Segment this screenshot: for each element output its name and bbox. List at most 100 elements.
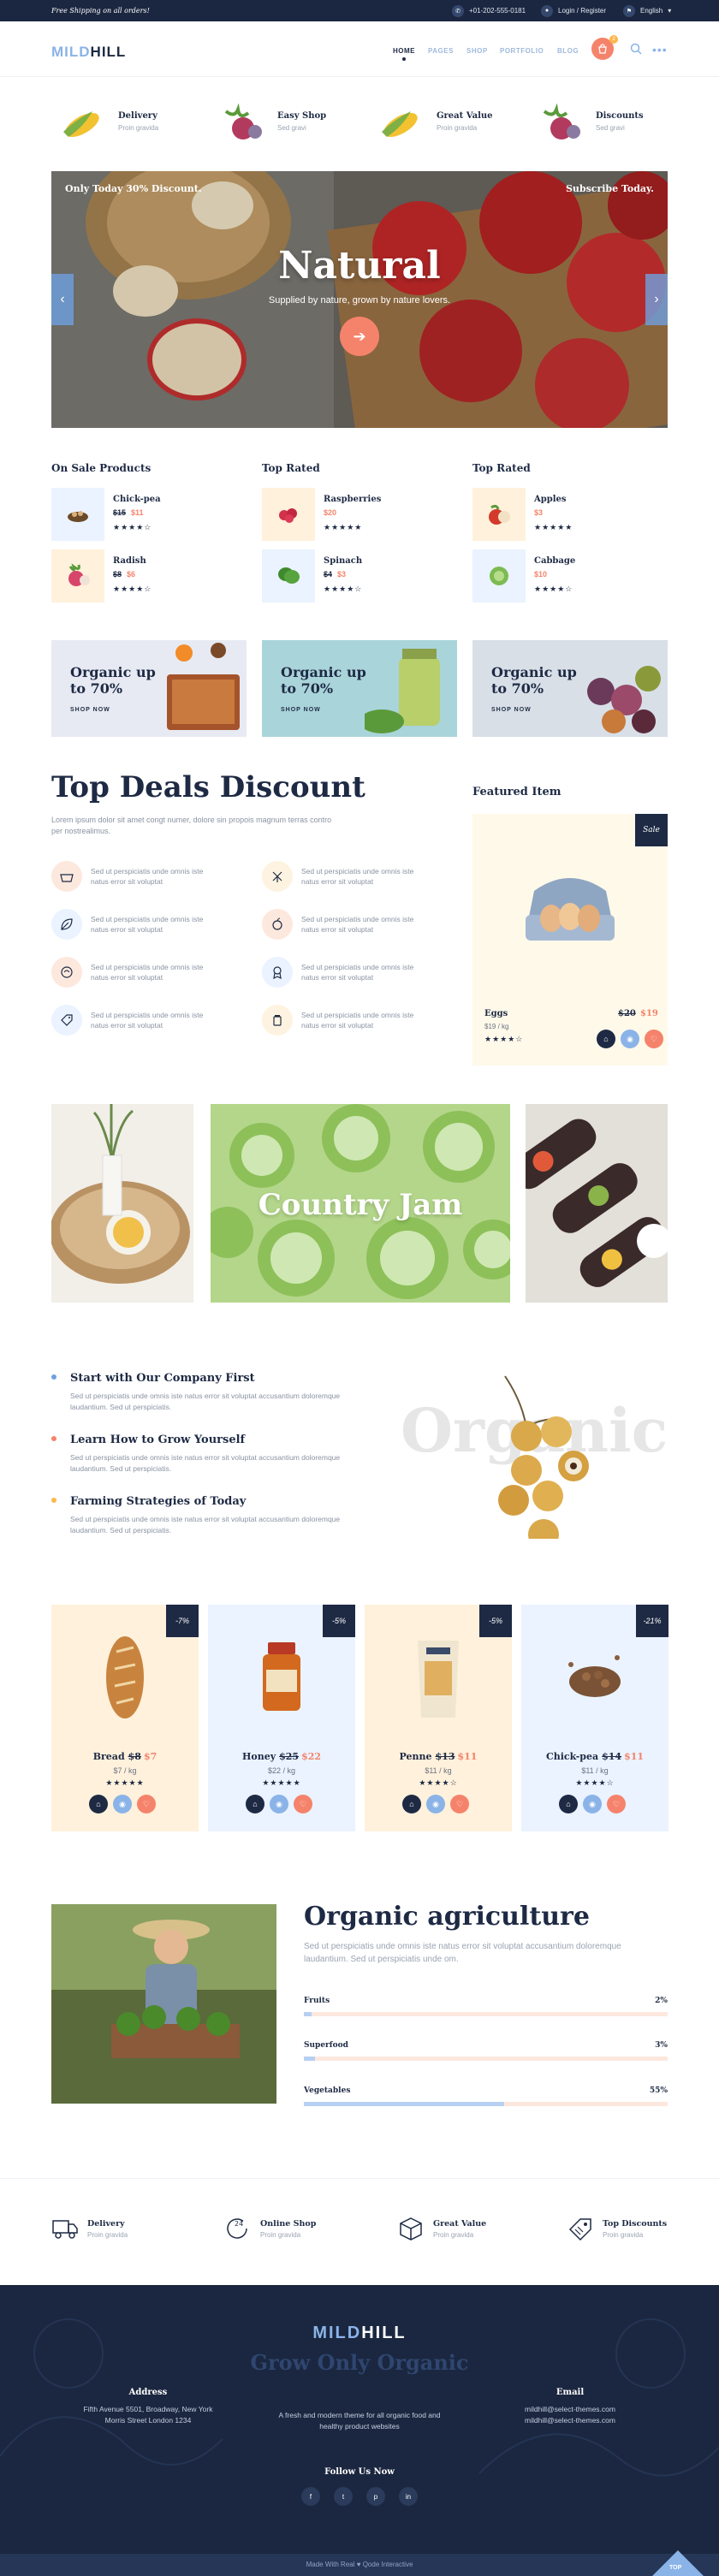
add-to-cart-button[interactable]: ⌂ bbox=[246, 1795, 264, 1813]
pinterest-icon[interactable]: p bbox=[366, 2487, 385, 2506]
product-card-honey[interactable]: -5% Honey $25 $22 $22 / kg ★★★★★ ⌂ ◉ ♡ bbox=[208, 1605, 355, 1831]
nav-portfolio[interactable]: PORTFOLIO bbox=[500, 47, 544, 55]
bread-image bbox=[106, 1636, 144, 1718]
spinach-thumb bbox=[262, 549, 315, 602]
quick-view-button[interactable]: ◉ bbox=[621, 1030, 639, 1048]
discount-badge: -5% bbox=[323, 1605, 355, 1637]
wishlist-button[interactable]: ♡ bbox=[645, 1030, 663, 1048]
corn-icon bbox=[63, 111, 99, 137]
bottom-features: Delivery Proin gravida 24 Online Shop Proi… bbox=[0, 2178, 719, 2285]
search-icon[interactable] bbox=[630, 43, 642, 55]
list-item[interactable]: Apples $3 ★★★★★ bbox=[472, 488, 661, 541]
chickpea-thumb bbox=[51, 488, 104, 541]
list-item[interactable]: Cabbage $10 ★★★★☆ bbox=[472, 549, 661, 602]
back-to-top-button[interactable]: TOP bbox=[652, 2533, 704, 2576]
hero-subscribe-text[interactable]: Subscribe Today. bbox=[566, 183, 654, 194]
promo-banner[interactable]: Organic up to 70% SHOP NOW bbox=[262, 640, 457, 737]
featured-name[interactable]: Eggs bbox=[484, 1009, 508, 1018]
promo-banner[interactable]: Organic up to 70% SHOP NOW bbox=[472, 640, 668, 737]
product-card-penne[interactable]: -5% Penne $13 $11 $11 / kg ★★★★☆ ⌂ ◉ ♡ bbox=[365, 1605, 512, 1831]
nav-home[interactable]: HOME bbox=[393, 47, 415, 61]
wishlist-button[interactable]: ♡ bbox=[137, 1795, 156, 1813]
on-sale-heading: On Sale Products bbox=[51, 462, 152, 474]
feature-great-value: Great Value Proin gravida bbox=[370, 103, 524, 145]
shop-now-button[interactable]: SHOP NOW bbox=[281, 707, 321, 713]
featured-heading: Featured Item bbox=[472, 786, 562, 798]
quick-view-button[interactable]: ◉ bbox=[426, 1795, 445, 1813]
bullet-icon bbox=[51, 1498, 56, 1503]
footer-about: A fresh and modern theme for all organic… bbox=[278, 2411, 441, 2431]
farmer-image bbox=[51, 1904, 276, 2104]
product-card-chickpea[interactable]: -21% Chick-pea $14 $11 $11 / kg ★★★★☆ ⌂ ◉ ♡ bbox=[521, 1605, 668, 1831]
chevron-left-icon: ‹ bbox=[60, 292, 65, 306]
cart-button[interactable]: 2 bbox=[591, 35, 618, 60]
deal-feature: Sed ut perspiciatis unde omnis iste natu… bbox=[262, 861, 433, 895]
quick-view-button[interactable]: ◉ bbox=[113, 1795, 132, 1813]
flag-icon: ⚑ bbox=[623, 4, 635, 17]
wishlist-button[interactable]: ♡ bbox=[450, 1795, 469, 1813]
user-icon: ● bbox=[541, 4, 553, 17]
gallery-image-snacks[interactable] bbox=[526, 1104, 668, 1303]
site-logo[interactable]: MILDHILL bbox=[51, 44, 126, 61]
deals-title: Top Deals Discount bbox=[51, 770, 365, 804]
email-link[interactable]: mildhill@select-themes.com bbox=[484, 2404, 656, 2415]
feature-delivery: Delivery Proin gravida bbox=[51, 103, 205, 145]
featured-stars: ★★★★☆ bbox=[484, 1035, 524, 1043]
nav-pages[interactable]: PAGES bbox=[428, 47, 454, 55]
featured-product-card[interactable]: Sale Eggs $19 / kg ★★★★☆ $20 $19 ⌂ ◉ ♡ bbox=[472, 814, 668, 1065]
gallery-image-herbs[interactable] bbox=[51, 1104, 193, 1303]
nav-shop[interactable]: SHOP bbox=[466, 47, 488, 55]
windmill-icon bbox=[262, 861, 293, 892]
copyright-bar: Made With Real ♥ Qode Interactive bbox=[0, 2554, 719, 2576]
top-rated-heading-2: Top Rated bbox=[472, 462, 531, 474]
phone-link[interactable]: ✆ +01-202-555-0181 bbox=[452, 4, 526, 17]
hero-cta-button[interactable]: ➔ bbox=[340, 317, 379, 356]
deal-feature: Sed ut perspiciatis unde omnis iste natu… bbox=[262, 1005, 433, 1039]
sale-badge: Sale bbox=[635, 814, 668, 846]
shipping-promo: Free Shipping on all orders! bbox=[51, 7, 150, 15]
add-to-cart-button[interactable]: ⌂ bbox=[559, 1795, 578, 1813]
radish-thumb bbox=[51, 549, 104, 602]
login-label: Login / Register bbox=[558, 7, 607, 15]
jar-icon bbox=[262, 1005, 293, 1036]
quick-view-button[interactable]: ◉ bbox=[583, 1795, 602, 1813]
email-link[interactable]: mildhill@select-themes.com bbox=[484, 2415, 656, 2426]
wishlist-button[interactable]: ♡ bbox=[607, 1795, 626, 1813]
deal-feature: Sed ut perspiciatis unde omnis iste natu… bbox=[51, 1005, 223, 1039]
add-to-cart-button[interactable]: ⌂ bbox=[89, 1795, 108, 1813]
leaf-icon bbox=[51, 909, 82, 940]
login-link[interactable]: ● Login / Register bbox=[541, 4, 606, 17]
wishlist-button[interactable]: ♡ bbox=[294, 1795, 312, 1813]
shop-now-button[interactable]: SHOP NOW bbox=[70, 707, 110, 713]
beet-icon bbox=[543, 103, 580, 139]
list-item[interactable]: Chick-pea $15 $11 ★★★★☆ bbox=[51, 488, 240, 541]
facebook-icon[interactable]: f bbox=[301, 2487, 320, 2506]
hero-slider[interactable]: Only Today 30% Discount. Subscribe Today… bbox=[51, 171, 668, 428]
slider-next-button[interactable]: › bbox=[645, 274, 668, 325]
twitter-icon[interactable]: t bbox=[334, 2487, 353, 2506]
promo-banner[interactable]: Organic up to 70% SHOP NOW bbox=[51, 640, 247, 737]
list-item[interactable]: Spinach $4 $3 ★★★★☆ bbox=[262, 549, 450, 602]
chevron-down-icon: ▾ bbox=[668, 7, 672, 15]
language-selector[interactable]: ⚑ English ▾ bbox=[623, 4, 671, 17]
more-menu-icon[interactable]: ••• bbox=[652, 43, 668, 56]
truck-icon bbox=[52, 2220, 78, 2239]
footer-logo[interactable]: MILDHILL bbox=[0, 2324, 719, 2343]
leaf-bowl-icon bbox=[51, 957, 82, 988]
cart-icon: ⌂ bbox=[603, 1035, 609, 1043]
product-card-bread[interactable]: -7% Bread $8 $7 $7 / kg ★★★★★ ⌂ ◉ ♡ bbox=[51, 1605, 199, 1831]
quick-view-button[interactable]: ◉ bbox=[270, 1795, 288, 1813]
discount-badge: -21% bbox=[636, 1605, 668, 1637]
add-to-cart-button[interactable]: ⌂ bbox=[597, 1030, 615, 1048]
list-item[interactable]: Radish $8 $6 ★★★★☆ bbox=[51, 549, 240, 602]
instagram-icon[interactable]: in bbox=[399, 2487, 418, 2506]
add-to-cart-button[interactable]: ⌂ bbox=[402, 1795, 421, 1813]
list-item[interactable]: Raspberries $20 ★★★★★ bbox=[262, 488, 450, 541]
nav-blog[interactable]: BLOG bbox=[557, 47, 579, 55]
footer-address: Address Fifth Avenue 5501, Broadway, New… bbox=[83, 2388, 213, 2425]
slider-prev-button[interactable]: ‹ bbox=[51, 274, 74, 325]
deal-feature: Sed ut perspiciatis unde omnis iste natu… bbox=[51, 957, 223, 991]
shop-now-button[interactable]: SHOP NOW bbox=[491, 707, 532, 713]
honey-jar-image bbox=[263, 1642, 300, 1711]
gallery-image-country-jam[interactable]: Country Jam bbox=[211, 1104, 510, 1303]
